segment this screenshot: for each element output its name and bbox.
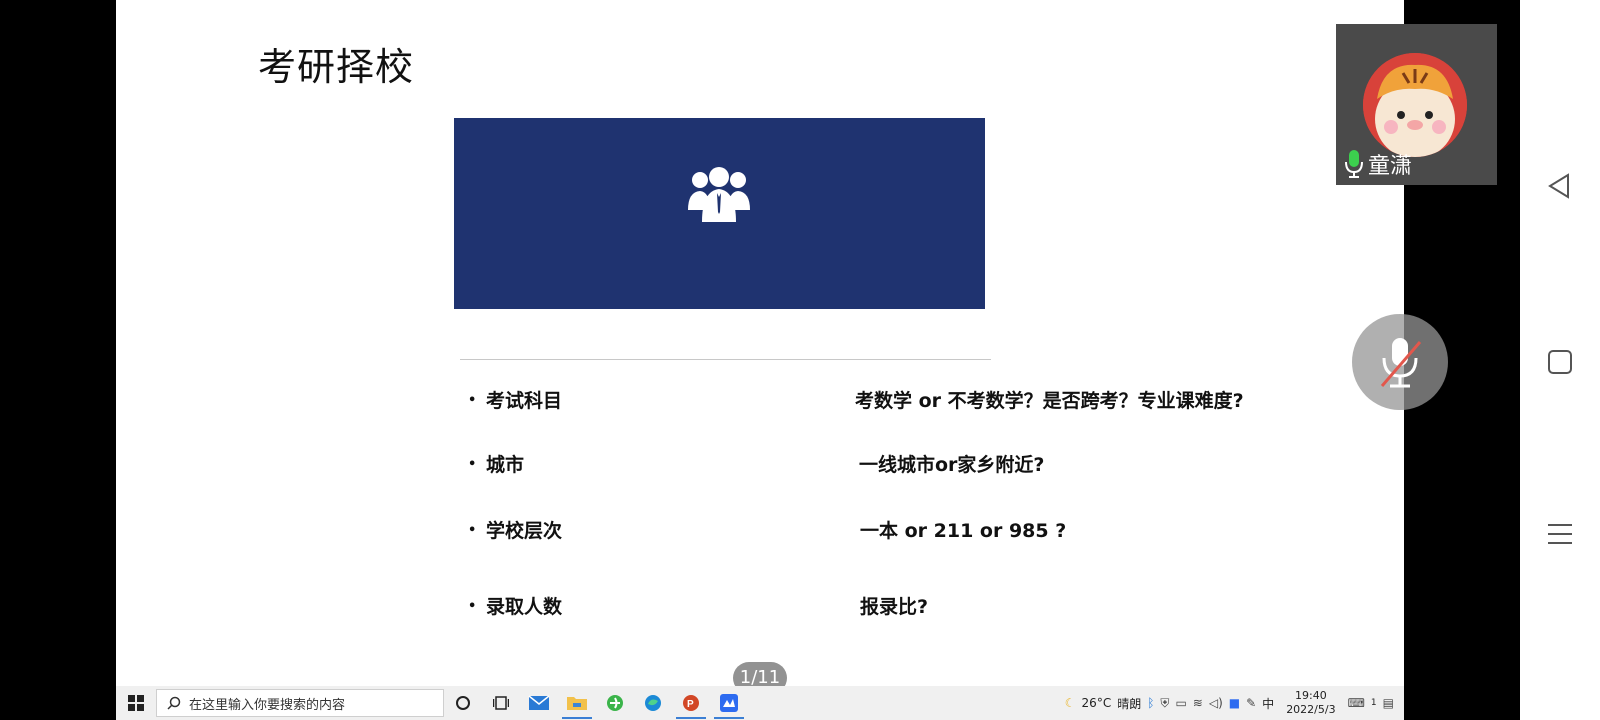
participant-name-text: 童潇 (1368, 154, 1413, 179)
cortana-icon (456, 696, 470, 710)
microphone-muted-icon (1380, 338, 1422, 388)
divider (460, 359, 991, 360)
mail-icon (528, 695, 550, 710)
task-view-icon (493, 696, 509, 710)
back-button[interactable] (1546, 172, 1574, 204)
meeting-app[interactable] (710, 686, 748, 720)
security-icon[interactable]: ⛨ (1160, 696, 1169, 711)
list-item: • 城市 一线城市or家乡附近? (468, 450, 1044, 477)
row-label: 城市 (486, 454, 525, 476)
browser-icon (607, 695, 623, 711)
notification-icon[interactable]: ▤ (1383, 696, 1394, 710)
weather-temp[interactable]: 26°C (1082, 696, 1112, 710)
moon-icon: ☾ (1064, 696, 1076, 710)
clock-date: 2022/5/3 (1286, 703, 1336, 716)
browser-app[interactable] (596, 686, 634, 720)
tiger-avatar-icon (1363, 53, 1467, 157)
edge-icon (645, 695, 661, 711)
home-button[interactable] (1546, 348, 1574, 380)
bullet: • (468, 393, 477, 408)
clock-time: 19:40 (1295, 689, 1327, 702)
taskbar-search[interactable]: 在这里输入你要搜索的内容 (156, 689, 444, 717)
row-value: 考数学 or 不考数学？是否跨考？专业课难度? (855, 390, 1244, 412)
presentation-slide: 考研择校 • 考试科目 考数学 or 不考数学？是否跨考？专业课难度? • 城市 (116, 0, 1404, 686)
microphone-icon (1345, 150, 1363, 178)
search-icon (167, 696, 181, 710)
list-item: • 学校层次 一本 or 211 or 985 ? (468, 516, 1066, 543)
pen-icon[interactable]: ✎ (1246, 696, 1256, 710)
team-icon (688, 167, 750, 222)
meeting-tray-icon[interactable]: ■ (1229, 696, 1240, 710)
search-placeholder: 在这里输入你要搜索的内容 (189, 697, 346, 713)
battery-icon[interactable]: ▭ (1175, 696, 1186, 710)
row-value: 一本 or 211 or 985 ? (860, 520, 1067, 542)
clock[interactable]: 19:40 2022/5/3 (1286, 689, 1335, 717)
system-tray: ☾ 26°C 晴朗 ᛒ ⛨ ▭ ≋ ◁) ■ ✎ 中 19:40 2022/5/… (1065, 689, 1404, 717)
avatar (1363, 53, 1467, 157)
file-explorer-icon (567, 697, 587, 710)
slide-banner (454, 118, 985, 309)
bullet: • (468, 523, 477, 538)
slide-title: 考研择校 (258, 45, 415, 89)
row-value: 一线城市or家乡附近? (859, 454, 1045, 476)
ime-indicator[interactable]: 中 (1262, 695, 1274, 712)
notification-count: 1 (1370, 698, 1377, 708)
cortana-button[interactable] (444, 686, 482, 720)
bluetooth-icon[interactable]: ᛒ (1147, 696, 1154, 710)
weather-condition[interactable]: 晴朗 (1117, 695, 1141, 712)
task-view-button[interactable] (482, 686, 520, 720)
input-icon[interactable]: ⌨ (1348, 696, 1365, 710)
participant-video-tile[interactable]: 童潇 (1336, 24, 1497, 185)
menu-icon (1548, 524, 1572, 544)
meeting-app-icon (720, 694, 738, 712)
list-item: • 考试科目 考数学 or 不考数学？是否跨考？专业课难度? (468, 386, 1244, 413)
row-label: 录取人数 (486, 596, 563, 618)
bullet: • (468, 599, 477, 614)
mail-app[interactable] (520, 686, 558, 720)
participant-name: 童潇 (1344, 148, 1412, 180)
powerpoint-app[interactable]: P (672, 686, 710, 720)
row-label: 考试科目 (486, 390, 563, 412)
row-label: 学校层次 (486, 520, 563, 542)
navigation-bar (1520, 0, 1600, 720)
home-icon (1548, 350, 1572, 374)
row-value: 报录比? (860, 596, 929, 618)
windows-logo-icon (128, 695, 144, 711)
mute-button[interactable] (1352, 314, 1448, 410)
menu-button[interactable] (1546, 520, 1574, 552)
start-button[interactable] (116, 695, 156, 711)
windows-taskbar: 在这里输入你要搜索的内容 P ☾ 26°C 晴朗 ᛒ ⛨ ▭ ≋ ◁) ■ ✎ … (116, 686, 1404, 720)
volume-icon[interactable]: ◁) (1209, 696, 1223, 710)
wifi-icon[interactable]: ≋ (1193, 696, 1203, 710)
back-icon (1548, 173, 1569, 199)
screen: 考研择校 • 考试科目 考数学 or 不考数学？是否跨考？专业课难度? • 城市 (0, 0, 1600, 720)
powerpoint-icon: P (683, 695, 699, 711)
file-explorer-app[interactable] (558, 686, 596, 720)
edge-app[interactable] (634, 686, 672, 720)
svg-text:P: P (687, 699, 694, 710)
list-item: • 录取人数 报录比? (468, 592, 928, 619)
bullet: • (468, 457, 477, 472)
